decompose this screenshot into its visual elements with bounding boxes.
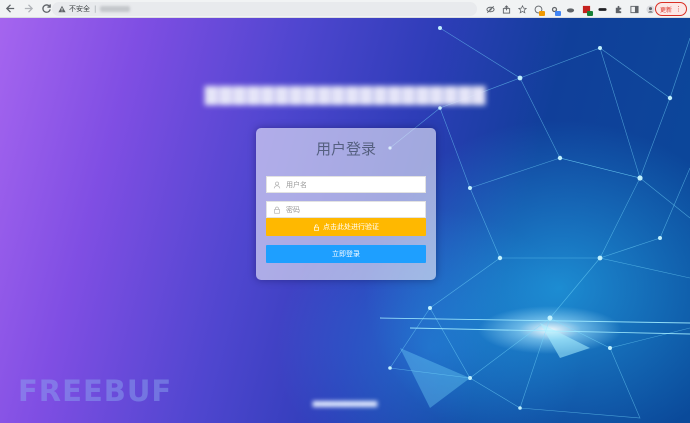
- username-field: [266, 176, 426, 193]
- toolbar-icons: [483, 2, 659, 16]
- reload-icon: [41, 4, 51, 13]
- freebuf-watermark: FREEBUF: [18, 374, 173, 408]
- bookmark-star-icon[interactable]: [515, 2, 529, 16]
- password-input[interactable]: [283, 205, 416, 214]
- more-menu-icon: ⋮: [675, 4, 682, 13]
- extension-cloud-icon[interactable]: [563, 2, 577, 16]
- extension-glasses-icon[interactable]: [595, 2, 609, 16]
- login-title: 用户登录: [315, 140, 376, 158]
- back-arrow-icon: [5, 4, 14, 13]
- side-panel-icon[interactable]: [627, 2, 641, 16]
- back-button[interactable]: [2, 1, 18, 17]
- extension-red-icon[interactable]: [579, 2, 593, 16]
- browser-update-button[interactable]: 更新 ⋮: [655, 2, 687, 16]
- verify-button-label: 点击此处进行验证: [323, 223, 379, 231]
- hide-eye-icon[interactable]: [483, 2, 497, 16]
- password-field: [266, 201, 426, 218]
- warning-icon: [58, 5, 66, 13]
- address-bar[interactable]: 不安全 |: [52, 2, 477, 16]
- login-submit-label: 立即登录: [332, 250, 360, 258]
- login-submit-button[interactable]: 立即登录: [266, 245, 426, 263]
- share-icon[interactable]: [499, 2, 513, 16]
- redacted-url: [100, 6, 131, 12]
- footer-redacted: ██████████████: [312, 401, 378, 407]
- verify-button[interactable]: 点击此处进行验证: [266, 218, 426, 236]
- login-card: 用户登录 点击此处进行验证 立即登录: [256, 128, 436, 280]
- forward-arrow-icon: [24, 4, 33, 13]
- username-input[interactable]: [283, 180, 416, 189]
- browser-toolbar: 不安全 | 更新 ⋮: [0, 0, 690, 18]
- user-icon: [271, 179, 283, 191]
- address-separator: |: [94, 5, 97, 13]
- extension-gear-icon[interactable]: [547, 2, 561, 16]
- lock-icon: [271, 204, 283, 216]
- extensions-puzzle-icon[interactable]: [611, 2, 625, 16]
- login-page: ████████████████████ 用户登录 点击此处进行验证 立即登录 …: [0, 18, 690, 423]
- extension-globe-icon[interactable]: [531, 2, 545, 16]
- site-title-redacted: ████████████████████: [204, 86, 487, 106]
- security-label: 不安全: [69, 5, 90, 13]
- update-button-label: 更新: [659, 6, 672, 14]
- unlock-icon: [314, 224, 319, 231]
- forward-button[interactable]: [20, 1, 36, 17]
